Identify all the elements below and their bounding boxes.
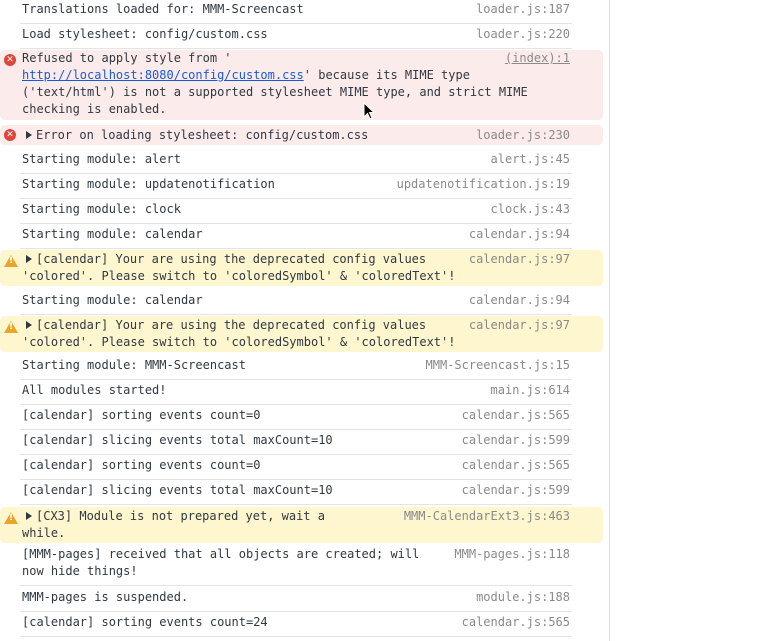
log-message: Load stylesheet: config/custom.css xyxy=(22,27,268,41)
warning-triangle-icon: ! xyxy=(4,255,18,267)
error-message: Error on loading stylesheet: config/cust… xyxy=(26,127,368,144)
log-source-link[interactable]: MMM-pages.js:118 xyxy=(454,546,570,563)
log-row: Load stylesheet: config/custom.css loade… xyxy=(20,23,572,49)
log-source-link[interactable]: (index):1 xyxy=(505,50,570,67)
log-source-link[interactable]: loader.js:230 xyxy=(476,127,570,144)
expand-triangle-icon[interactable] xyxy=(26,511,32,520)
mouse-pointer-icon xyxy=(363,102,375,120)
log-row: Starting module: MMM-Screencast MMM-Scre… xyxy=(20,354,572,380)
log-message: [calendar] slicing events total maxCount… xyxy=(22,433,333,447)
log-source-link[interactable]: calendar.js:97 xyxy=(469,251,570,268)
log-row: Translations loaded for: MMM-Screencast … xyxy=(20,0,572,24)
log-source-link[interactable]: alert.js:45 xyxy=(491,152,570,166)
log-source-link[interactable]: calendar.js:599 xyxy=(462,483,570,497)
log-message: Translations loaded for: MMM-Screencast xyxy=(22,2,304,16)
warning-message: [calendar] Your are using the deprecated… xyxy=(26,317,426,334)
log-message: Starting module: calendar xyxy=(22,293,203,307)
expand-triangle-icon[interactable] xyxy=(26,130,32,139)
log-row: Starting module: clock clock.js:43 xyxy=(20,198,572,224)
warning-message-cont: 'colored'. Please switch to 'coloredSymb… xyxy=(22,335,456,349)
error-message-row[interactable]: ✕ Error on loading stylesheet: config/cu… xyxy=(0,125,603,145)
log-source-link[interactable]: loader.js:187 xyxy=(476,2,570,16)
warning-message-cont: while. xyxy=(22,526,66,540)
log-row: MMM-pages is suspended. module.js:188 xyxy=(20,586,572,612)
warning-message-row[interactable]: ! [calendar] Your are using the deprecat… xyxy=(0,250,603,286)
log-source-link[interactable]: main.js:614 xyxy=(491,383,570,397)
log-source-link[interactable]: calendar.js:94 xyxy=(469,227,570,241)
log-message: All modules started! xyxy=(22,383,167,397)
error-circle-icon: ✕ xyxy=(4,54,16,66)
log-source-link[interactable]: clock.js:43 xyxy=(491,202,570,216)
log-source-link[interactable]: calendar.js:94 xyxy=(469,293,570,307)
log-source-link[interactable]: loader.js:220 xyxy=(476,27,570,41)
log-source-link[interactable]: calendar.js:97 xyxy=(469,317,570,334)
log-source-link[interactable]: calendar.js:565 xyxy=(462,458,570,472)
log-message: [MMM-pages] received that all objects ar… xyxy=(22,547,420,578)
error-message: Refused to apply style from ' http://loc… xyxy=(22,51,528,116)
log-row: [calendar] sorting events count=0 calend… xyxy=(20,454,572,480)
log-row: [calendar] slicing events total maxCount… xyxy=(20,479,572,505)
log-source-link[interactable]: calendar.js:599 xyxy=(462,433,570,447)
log-row: All modules started! main.js:614 xyxy=(20,379,572,405)
log-message: MMM-pages is suspended. xyxy=(22,590,189,604)
warning-message-row[interactable]: ! [CX3] Module is not prepared yet, wait… xyxy=(0,507,603,543)
log-source-link[interactable]: MMM-CalendarExt3.js:463 xyxy=(404,508,570,525)
log-row: Starting module: alert alert.js:45 xyxy=(20,148,572,174)
log-message: Starting module: updatenotification xyxy=(22,177,275,191)
warning-message: [CX3] Module is not prepared yet, wait a xyxy=(26,508,325,525)
warning-triangle-icon: ! xyxy=(4,512,18,524)
log-message: [calendar] sorting events count=0 xyxy=(22,408,261,422)
log-source-link[interactable]: module.js:188 xyxy=(476,590,570,604)
stylesheet-url-link[interactable]: http://localhost:8080/config/custom.css xyxy=(22,68,304,82)
log-source-link[interactable]: MMM-Screencast.js:15 xyxy=(426,358,571,372)
warning-message-cont: 'colored'. Please switch to 'coloredSymb… xyxy=(22,269,456,283)
log-message: Starting module: MMM-Screencast xyxy=(22,358,246,372)
warning-message-row[interactable]: ! [calendar] Your are using the deprecat… xyxy=(0,316,603,352)
log-row: Starting module: calendar calendar.js:94 xyxy=(20,289,572,315)
log-message: [calendar] sorting events count=0 xyxy=(22,458,261,472)
log-message: Starting module: clock xyxy=(22,202,181,216)
log-source-link[interactable]: calendar.js:565 xyxy=(462,408,570,422)
expand-triangle-icon[interactable] xyxy=(26,320,32,329)
log-row: Starting module: calendar calendar.js:94 xyxy=(20,223,572,249)
devtools-console: Translations loaded for: MMM-Screencast … xyxy=(0,0,762,641)
error-message-row: ✕ Refused to apply style from ' http://l… xyxy=(0,50,603,120)
warning-message: [calendar] Your are using the deprecated… xyxy=(26,251,426,268)
log-source-link[interactable]: updatenotification.js:19 xyxy=(397,177,570,191)
log-source-link[interactable]: calendar.js:565 xyxy=(462,615,570,629)
log-message: Starting module: alert xyxy=(22,152,181,166)
log-message: [calendar] slicing events total maxCount… xyxy=(22,483,333,497)
log-row: [calendar] sorting events count=0 calend… xyxy=(20,404,572,430)
error-circle-icon: ✕ xyxy=(4,129,16,141)
log-message: Starting module: calendar xyxy=(22,227,203,241)
log-row: [calendar] slicing events total maxCount… xyxy=(20,429,572,455)
panel-divider xyxy=(609,0,610,641)
warning-triangle-icon: ! xyxy=(4,321,18,333)
log-row: [calendar] sorting events count=24 calen… xyxy=(20,611,572,637)
log-message: [calendar] sorting events count=24 xyxy=(22,615,268,629)
log-row: Starting module: updatenotification upda… xyxy=(20,173,572,199)
log-row: [MMM-pages] received that all objects ar… xyxy=(20,545,572,586)
expand-triangle-icon[interactable] xyxy=(26,254,32,263)
